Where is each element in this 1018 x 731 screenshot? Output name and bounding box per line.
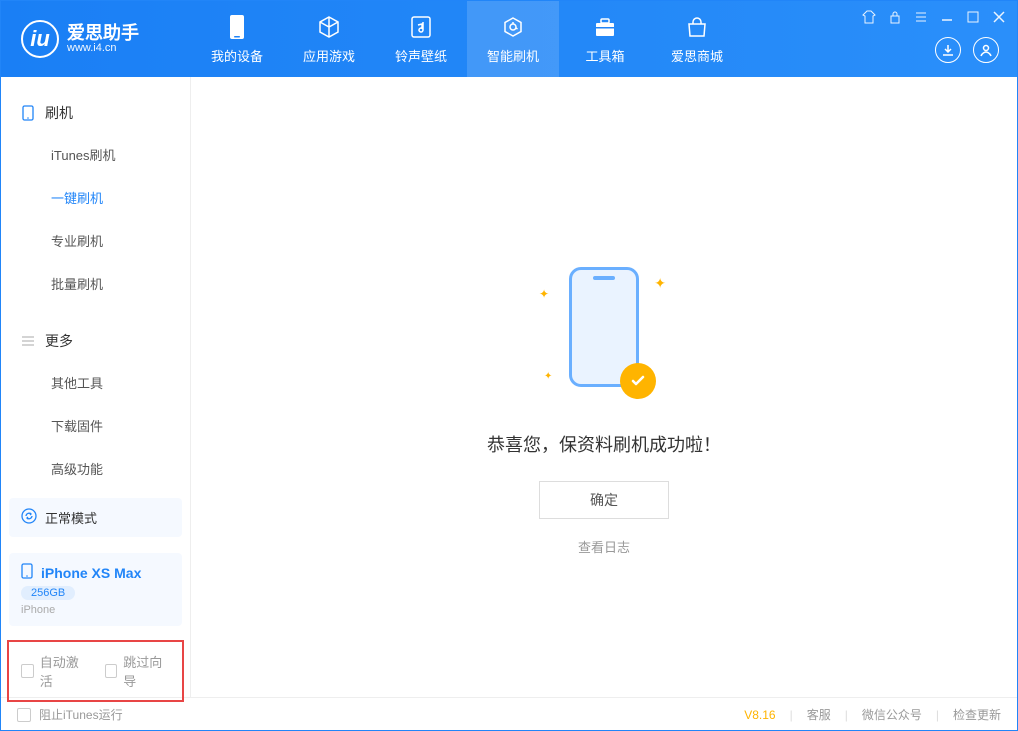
- footer: 阻止iTunes运行 V8.16 | 客服 | 微信公众号 | 检查更新: [1, 697, 1017, 731]
- nav-tab-toolbox[interactable]: 工具箱: [559, 1, 651, 77]
- checkbox-highlight-area: 自动激活 跳过向导: [7, 640, 184, 702]
- header: iu 爱思助手 www.i4.cn 我的设备 应用游戏 铃声壁纸 智能刷机 工具…: [1, 1, 1017, 77]
- device-info-box[interactable]: iPhone XS Max 256GB iPhone: [9, 553, 182, 626]
- refresh-icon: [500, 14, 526, 40]
- logo-icon: iu: [21, 20, 59, 58]
- sync-icon: [21, 508, 37, 527]
- shirt-icon[interactable]: [861, 9, 877, 25]
- view-log-link[interactable]: 查看日志: [578, 537, 630, 556]
- footer-link-wechat[interactable]: 微信公众号: [862, 706, 922, 723]
- footer-block-itunes[interactable]: 阻止iTunes运行: [39, 706, 123, 723]
- nav-tab-store[interactable]: 爱思商城: [651, 1, 743, 77]
- maximize-icon[interactable]: [965, 9, 981, 25]
- success-message: 恭喜您，保资料刷机成功啦！: [487, 431, 721, 457]
- sparkle-icon: ✦: [654, 275, 666, 292]
- list-icon: [21, 334, 35, 348]
- device-icon: [224, 14, 250, 40]
- nav-tab-my-device[interactable]: 我的设备: [191, 1, 283, 77]
- store-icon: [684, 14, 710, 40]
- sidebar-item-download-firmware[interactable]: 下载固件: [1, 404, 190, 447]
- music-icon: [408, 14, 434, 40]
- window-controls: [861, 9, 1007, 25]
- checkbox-icon[interactable]: [17, 708, 31, 722]
- device-phone-icon: [21, 563, 33, 582]
- sidebar-item-pro-flash[interactable]: 专业刷机: [1, 219, 190, 262]
- sidebar-item-onekey-flash[interactable]: 一键刷机: [1, 176, 190, 219]
- download-icon[interactable]: [935, 37, 961, 63]
- close-icon[interactable]: [991, 9, 1007, 25]
- nav-tab-apps[interactable]: 应用游戏: [283, 1, 375, 77]
- nav-tab-ringtones[interactable]: 铃声壁纸: [375, 1, 467, 77]
- checkbox-icon: [21, 664, 34, 678]
- device-name: iPhone XS Max: [41, 565, 141, 581]
- checkbox-icon: [105, 664, 118, 678]
- header-actions: [935, 37, 999, 63]
- device-mode-box[interactable]: 正常模式: [9, 498, 182, 537]
- device-mode: 正常模式: [45, 508, 97, 527]
- ok-button[interactable]: 确定: [539, 481, 669, 519]
- toolbox-icon: [592, 14, 618, 40]
- menu-icon[interactable]: [913, 9, 929, 25]
- lock-icon[interactable]: [887, 9, 903, 25]
- version-label: V8.16: [744, 708, 775, 722]
- user-icon[interactable]: [973, 37, 999, 63]
- device-capacity: 256GB: [21, 586, 75, 600]
- phone-icon: [21, 106, 35, 120]
- device-type: iPhone: [21, 604, 170, 616]
- sidebar-group-flash: 刷机: [1, 93, 190, 133]
- nav-tab-flash[interactable]: 智能刷机: [467, 1, 559, 77]
- sidebar-item-batch-flash[interactable]: 批量刷机: [1, 262, 190, 305]
- sidebar-item-itunes-flash[interactable]: iTunes刷机: [1, 133, 190, 176]
- sparkle-icon: ✦: [544, 371, 552, 382]
- success-illustration: ✦ ✦ ✦: [524, 267, 684, 407]
- footer-link-update[interactable]: 检查更新: [953, 706, 1001, 723]
- sidebar: 刷机 iTunes刷机 一键刷机 专业刷机 批量刷机 更多 其他工具 下载固件 …: [1, 77, 191, 697]
- logo-area: iu 爱思助手 www.i4.cn: [1, 20, 191, 58]
- minimize-icon[interactable]: [939, 9, 955, 25]
- app-url: www.i4.cn: [67, 42, 139, 54]
- sparkle-icon: ✦: [539, 287, 549, 301]
- footer-link-support[interactable]: 客服: [807, 706, 831, 723]
- sidebar-item-advanced[interactable]: 高级功能: [1, 447, 190, 490]
- app-name: 爱思助手: [67, 24, 139, 42]
- check-icon: [620, 363, 656, 399]
- nav-tabs: 我的设备 应用游戏 铃声壁纸 智能刷机 工具箱 爱思商城: [191, 1, 743, 77]
- main-content: ✦ ✦ ✦ 恭喜您，保资料刷机成功啦！ 确定 查看日志: [191, 77, 1017, 697]
- sidebar-group-more: 更多: [1, 321, 190, 361]
- checkbox-auto-activate[interactable]: 自动激活: [21, 652, 87, 690]
- cube-icon: [316, 14, 342, 40]
- checkbox-skip-wizard[interactable]: 跳过向导: [105, 652, 171, 690]
- sidebar-item-other-tools[interactable]: 其他工具: [1, 361, 190, 404]
